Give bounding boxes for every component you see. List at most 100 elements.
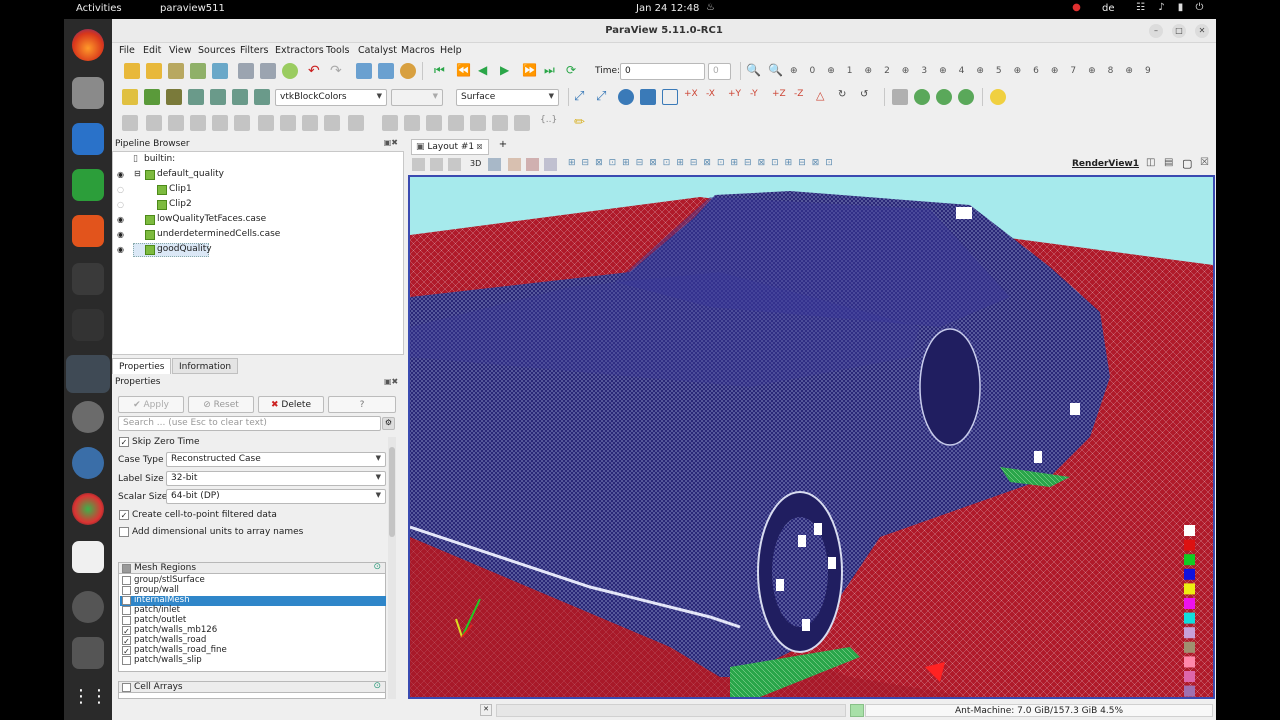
zoom-to-data-icon[interactable] — [618, 89, 634, 105]
zoom-to-box-icon[interactable] — [640, 89, 656, 105]
menu-file[interactable]: File — [119, 45, 135, 56]
visible-range-icon[interactable] — [210, 89, 226, 105]
mesh-region-checkbox[interactable] — [122, 656, 131, 665]
scalar-size-select[interactable]: 64-bit (DP) ▼ — [166, 489, 386, 504]
mesh-region-checkbox[interactable]: ✓ — [122, 646, 131, 656]
eye-icon[interactable]: ◉ — [117, 245, 124, 254]
view-tool-icon[interactable] — [448, 158, 461, 171]
previous-frame-icon[interactable]: ⏪ — [456, 63, 472, 79]
glyph-icon[interactable] — [258, 115, 274, 131]
volume-icon[interactable]: ♪ — [1155, 2, 1168, 15]
cell-to-point-checkbox[interactable]: ✓ — [119, 510, 129, 520]
eye-icon[interactable]: ○ — [117, 185, 124, 194]
select-frustum-icon[interactable] — [544, 158, 557, 171]
save-state-icon[interactable] — [190, 63, 206, 79]
mesh-region-checkbox[interactable] — [122, 586, 131, 595]
eye-icon[interactable]: ◉ — [117, 215, 124, 224]
palette-icon[interactable] — [400, 63, 416, 79]
help-button[interactable]: ? — [328, 396, 396, 413]
disc-icon[interactable] — [72, 591, 104, 623]
menu-sources[interactable]: Sources — [198, 45, 236, 56]
pick-center-icon[interactable] — [958, 89, 974, 105]
contour-icon[interactable] — [146, 115, 162, 131]
reset-range-icon[interactable] — [166, 89, 182, 105]
mesh-region-checkbox[interactable] — [122, 606, 131, 615]
set-view-minus-z-icon[interactable]: -Z — [794, 89, 810, 105]
usb-icon[interactable] — [72, 637, 104, 669]
menu-catalyst[interactable]: Catalyst — [358, 45, 397, 56]
plot-over-line-icon[interactable] — [382, 115, 398, 131]
zoom-box-icon[interactable] — [662, 89, 678, 105]
skip-zero-time-checkbox[interactable]: ✓ — [119, 437, 129, 447]
system-monitor-icon[interactable] — [72, 263, 104, 295]
battery-icon[interactable]: ▮ — [1174, 2, 1187, 15]
mesh-region-checkbox[interactable] — [122, 596, 131, 605]
stream-tracer-icon[interactable] — [280, 115, 296, 131]
center-axes-icon[interactable] — [914, 89, 930, 105]
network-icon[interactable]: ☷ — [1134, 2, 1147, 15]
play-icon[interactable]: ▶ — [500, 63, 516, 79]
maximize-view-icon[interactable]: ▢ — [1182, 157, 1192, 170]
delete-button[interactable]: ✖ Delete — [258, 396, 324, 413]
tab-layout-1[interactable]: ▣ Layout #1 ☒ — [411, 139, 489, 155]
mesh-region-checkbox[interactable] — [122, 616, 131, 625]
integrate-icon[interactable] — [448, 115, 464, 131]
component-select[interactable]: ▼ — [391, 89, 443, 106]
selection-icon[interactable] — [514, 115, 530, 131]
filter-icon[interactable]: ⊙ — [373, 681, 381, 691]
dock-close-icon[interactable]: ▣✖ — [384, 138, 398, 147]
pipeline-item[interactable]: ▯ builtin: — [113, 153, 403, 167]
set-view-minus-x-icon[interactable]: -X — [706, 89, 722, 105]
rotate-minus-90-icon[interactable]: ↺ — [860, 89, 876, 105]
clip-icon[interactable] — [168, 115, 184, 131]
app-menu[interactable]: paraview511 — [160, 3, 225, 14]
loop-icon[interactable]: ⟳ — [566, 63, 582, 79]
apply-button[interactable]: ✔ Apply — [118, 396, 184, 413]
reset-button[interactable]: ⊘ Reset — [188, 396, 254, 413]
software-icon[interactable] — [72, 215, 104, 247]
text-editor-icon[interactable] — [72, 541, 104, 573]
time-input[interactable]: 0 — [620, 63, 705, 80]
disconnect-icon[interactable] — [260, 63, 276, 79]
paraview-icon[interactable] — [66, 355, 110, 393]
mesh-region-row[interactable]: patch/walls_slip — [120, 655, 386, 666]
connect-icon[interactable] — [238, 63, 254, 79]
close-button[interactable]: ✕ — [1195, 24, 1209, 38]
output-messages-icon[interactable]: ✕ — [480, 704, 492, 716]
files-icon[interactable] — [72, 77, 104, 109]
view-tool-icon[interactable] — [430, 158, 443, 171]
terminal-icon[interactable] — [72, 309, 104, 341]
menu-tools[interactable]: Tools — [326, 45, 349, 56]
recent-icon[interactable] — [146, 63, 162, 79]
orientation-axes-icon[interactable] — [936, 89, 952, 105]
ruler-icon[interactable]: ✏ — [574, 115, 590, 131]
collapse-icon[interactable]: ⊟ — [134, 169, 141, 178]
plot-data-icon[interactable] — [426, 115, 442, 131]
toggle-color-legend-icon[interactable] — [122, 89, 138, 105]
filter-icon[interactable]: ⊙ — [373, 562, 381, 572]
open-icon[interactable] — [124, 63, 140, 79]
menu-extractors[interactable]: Extractors — [275, 45, 324, 56]
light-kit-icon[interactable] — [990, 89, 1006, 105]
menu-help[interactable]: Help — [440, 45, 462, 56]
split-horizontal-icon[interactable]: ◫ — [1146, 157, 1155, 168]
cell-arrays-header[interactable]: Cell Arrays ⊙ — [118, 681, 386, 693]
slice-icon[interactable] — [190, 115, 206, 131]
bell-icon[interactable]: ♨ — [704, 2, 717, 15]
tab-properties[interactable]: Properties — [112, 358, 172, 374]
firefox-icon[interactable] — [72, 29, 104, 61]
tab-information[interactable]: Information — [172, 358, 239, 374]
split-vertical-icon[interactable]: ▤ — [1164, 157, 1173, 168]
case-type-select[interactable]: Reconstructed Case ▼ — [166, 452, 386, 467]
advanced-gear-icon[interactable]: ⚙ — [382, 417, 395, 430]
view-tool-icon[interactable] — [412, 158, 425, 171]
writer-icon[interactable] — [72, 123, 104, 155]
threshold-icon[interactable] — [212, 115, 228, 131]
menu-view[interactable]: View — [169, 45, 192, 56]
thunderbird-icon[interactable] — [72, 447, 104, 479]
camera-redo-icon[interactable] — [378, 63, 394, 79]
mesh-regions-toggle-all[interactable] — [122, 564, 131, 573]
properties-scrollbar[interactable] — [388, 437, 396, 699]
set-view-plus-y-icon[interactable]: +Y — [728, 89, 744, 105]
extract-subset-icon[interactable] — [234, 115, 250, 131]
